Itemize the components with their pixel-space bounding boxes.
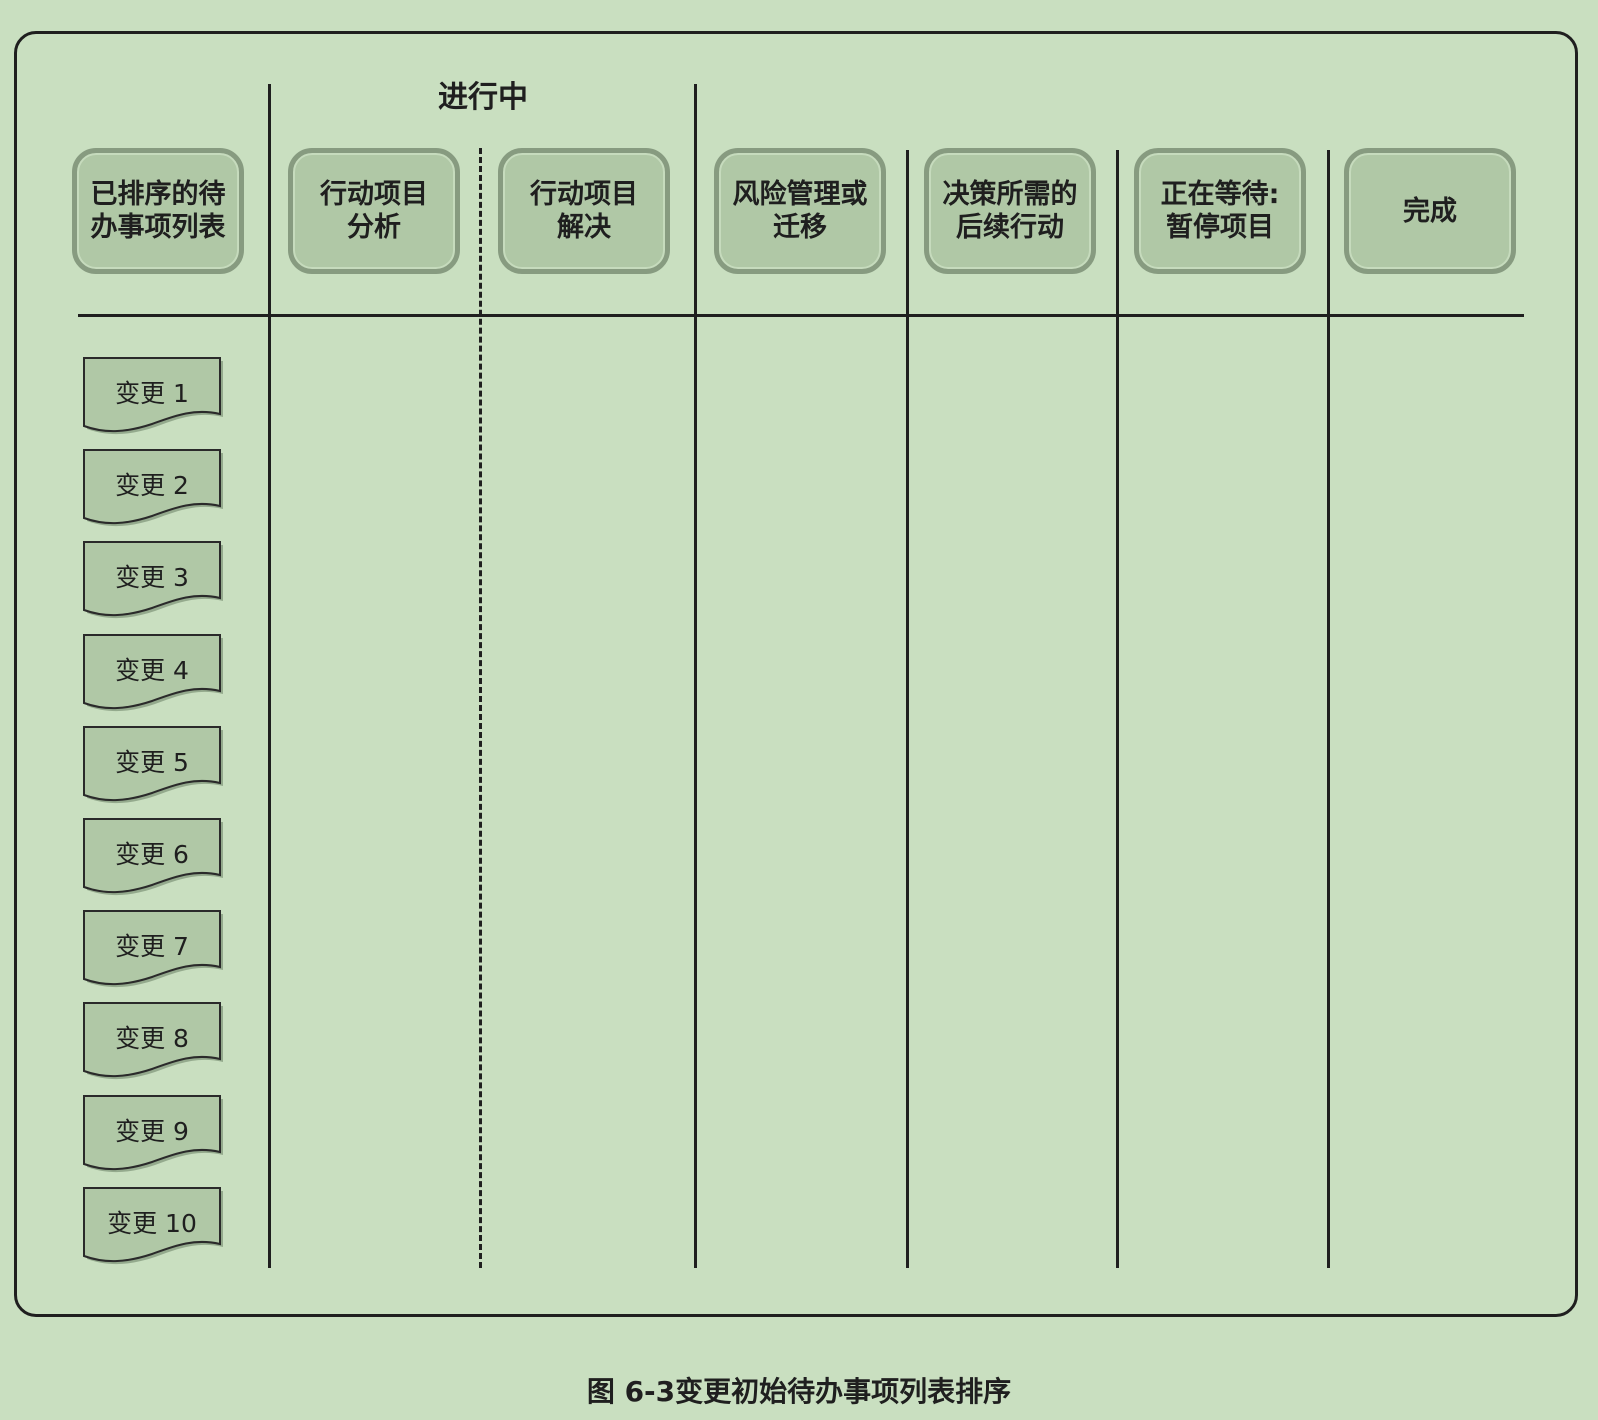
card-label: 变更 1 xyxy=(115,379,189,408)
divider-decision-waiting xyxy=(1116,150,1119,1268)
column-header-risk-mitigation: 风险管理或 迁移 xyxy=(714,148,886,274)
column-header-action-resolution: 行动项目 解决 xyxy=(498,148,670,274)
backlog-card[interactable]: 变更 9 xyxy=(82,1094,223,1173)
divider-risk-decision xyxy=(906,150,909,1268)
divider-backlog-analysis xyxy=(268,84,271,1268)
divider-resolution-risk xyxy=(694,84,697,1268)
backlog-card[interactable]: 变更 7 xyxy=(82,909,223,988)
backlog-card[interactable]: 变更 6 xyxy=(82,817,223,896)
column-header-label: 已排序的待 办事项列表 xyxy=(90,179,226,243)
in-progress-group-label: 进行中 xyxy=(438,80,528,115)
backlog-card[interactable]: 变更 4 xyxy=(82,633,223,712)
column-header-label: 决策所需的 后续行动 xyxy=(942,179,1078,243)
column-header-sorted-backlog: 已排序的待 办事项列表 xyxy=(72,148,244,274)
backlog-card[interactable]: 变更 3 xyxy=(82,540,223,619)
card-label: 变更 6 xyxy=(115,840,189,869)
card-label: 变更 10 xyxy=(107,1209,197,1238)
card-label: 变更 3 xyxy=(115,563,189,592)
header-separator-line xyxy=(78,314,1524,317)
backlog-card[interactable]: 变更 2 xyxy=(82,448,223,527)
backlog-card[interactable]: 变更 10 xyxy=(82,1186,223,1265)
backlog-card[interactable]: 变更 5 xyxy=(82,725,223,804)
column-header-decision-followup: 决策所需的 后续行动 xyxy=(924,148,1096,274)
column-header-label: 正在等待: 暂停项目 xyxy=(1160,179,1280,243)
column-header-label: 行动项目 解决 xyxy=(530,179,638,243)
column-header-waiting-paused: 正在等待: 暂停项目 xyxy=(1134,148,1306,274)
card-label: 变更 8 xyxy=(115,1024,189,1053)
column-header-label: 行动项目 分析 xyxy=(320,179,428,243)
card-label: 变更 5 xyxy=(115,748,189,777)
card-label: 变更 7 xyxy=(115,932,189,961)
figure-caption: 图 6-3变更初始待办事项列表排序 xyxy=(586,1375,1012,1408)
divider-waiting-done xyxy=(1327,150,1330,1268)
column-header-label: 完成 xyxy=(1403,195,1457,227)
backlog-card[interactable]: 变更 8 xyxy=(82,1001,223,1080)
card-label: 变更 9 xyxy=(115,1117,189,1146)
column-header-action-analysis: 行动项目 分析 xyxy=(288,148,460,274)
card-label: 变更 4 xyxy=(115,656,189,685)
backlog-card[interactable]: 变更 1 xyxy=(82,356,223,435)
column-header-done: 完成 xyxy=(1344,148,1516,274)
column-header-label: 风险管理或 迁移 xyxy=(732,179,868,243)
card-label: 变更 2 xyxy=(115,471,189,500)
